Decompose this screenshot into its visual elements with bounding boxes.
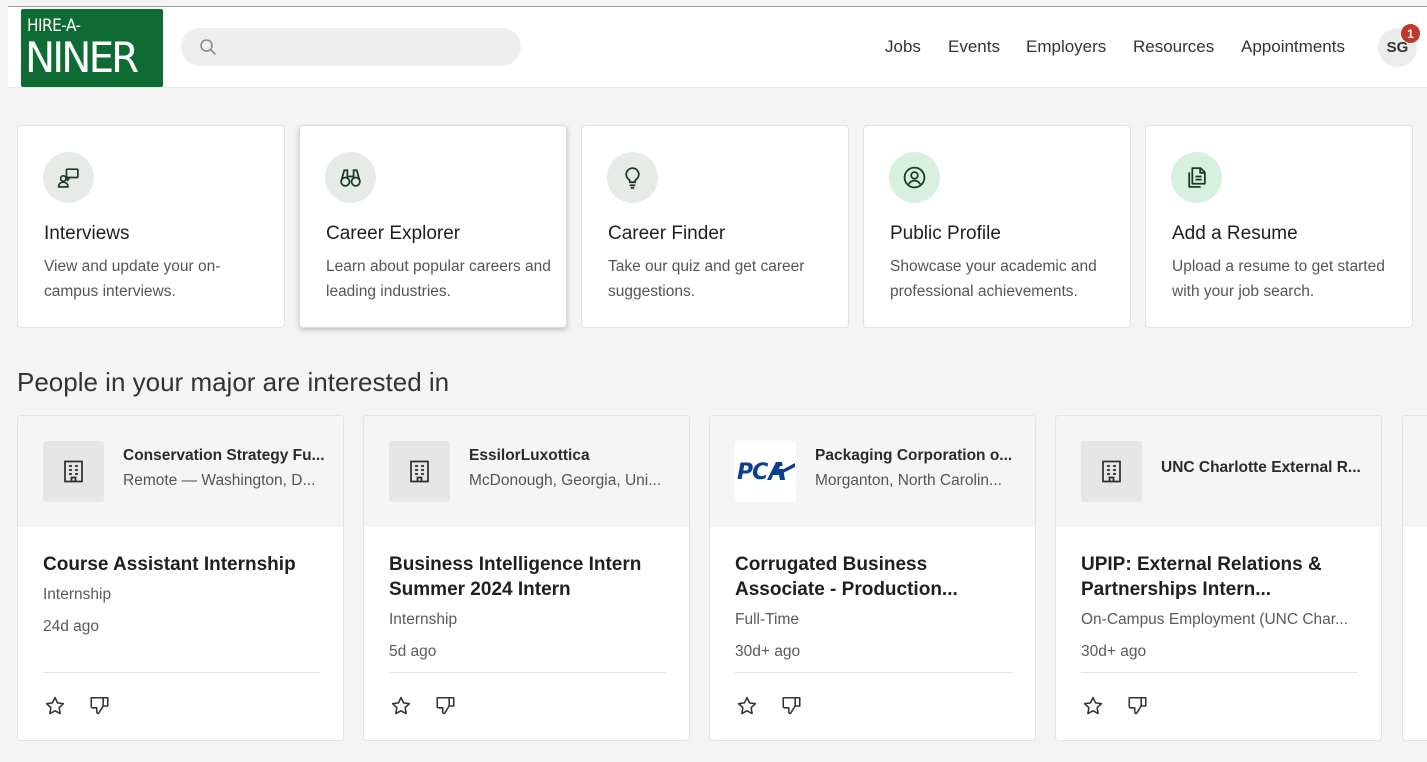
employer-name[interactable]: Packaging Corporation o... bbox=[815, 447, 1012, 465]
tile-add-resume[interactable]: Add a Resume Upload a resume to get star… bbox=[1145, 125, 1413, 328]
tile-interviews[interactable]: Interviews View and update your on-campu… bbox=[17, 125, 285, 328]
tile-career-explorer[interactable]: Career Explorer Learn about popular care… bbox=[299, 125, 567, 328]
job-card[interactable]: UNC Charlotte External R... UPIP: Extern… bbox=[1055, 415, 1382, 741]
nav-resources[interactable]: Resources bbox=[1133, 37, 1214, 57]
thumbs-down-icon[interactable] bbox=[1126, 695, 1149, 717]
job-location: Remote — Washington, D... bbox=[123, 472, 316, 489]
thumbs-down-icon[interactable] bbox=[88, 695, 111, 717]
job-title[interactable]: Course Assistant Internship bbox=[43, 552, 323, 577]
tile-description: Learn about popular careers and leading … bbox=[326, 258, 551, 300]
job-card[interactable]: Conservation Strategy Fu... Remote — Was… bbox=[17, 415, 344, 741]
job-card[interactable]: EssilorLuxottica McDonough, Georgia, Uni… bbox=[363, 415, 690, 741]
tile-description: View and update your on-campus interview… bbox=[44, 258, 221, 300]
tile-career-finder[interactable]: Career Finder Take our quiz and get care… bbox=[581, 125, 849, 328]
job-age: 24d ago bbox=[43, 618, 100, 635]
search-icon bbox=[200, 39, 216, 55]
thumbs-down-icon[interactable] bbox=[780, 695, 803, 717]
star-icon[interactable] bbox=[1082, 695, 1104, 717]
employer-name[interactable]: UNC Charlotte External R... bbox=[1161, 459, 1361, 477]
employer-logo-pca: PC bbox=[735, 441, 796, 502]
employer-name[interactable]: Conservation Strategy Fu... bbox=[123, 447, 325, 465]
hire-a-niner-logo[interactable]: HIRE-A- NINER bbox=[21, 9, 163, 87]
divider bbox=[389, 672, 666, 673]
job-card-header bbox=[1403, 416, 1427, 527]
job-type: On-Campus Employment (UNC Char... bbox=[1081, 611, 1349, 628]
star-icon[interactable] bbox=[390, 695, 412, 717]
job-title[interactable]: Corrugated Business Associate - Producti… bbox=[735, 552, 1015, 602]
divider bbox=[735, 672, 1012, 673]
tile-description: Upload a resume to get started with your… bbox=[1172, 258, 1385, 300]
tile-title: Career Finder bbox=[608, 223, 726, 244]
job-location: McDonough, Georgia, Uni... bbox=[469, 472, 662, 489]
divider bbox=[43, 672, 320, 673]
star-icon[interactable] bbox=[736, 695, 758, 717]
tile-title: Interviews bbox=[44, 223, 130, 244]
logo-line-2: NINER bbox=[25, 33, 139, 82]
job-age: 5d ago bbox=[389, 643, 437, 660]
notification-badge[interactable]: 1 bbox=[1400, 23, 1421, 44]
nav-appointments[interactable]: Appointments bbox=[1241, 37, 1345, 57]
star-icon[interactable] bbox=[44, 695, 66, 717]
employer-name[interactable]: EssilorLuxottica bbox=[469, 447, 590, 465]
thumbs-down-icon[interactable] bbox=[434, 695, 457, 717]
job-card[interactable]: PC Packaging Corporation o... Morganton,… bbox=[709, 415, 1036, 741]
profile-icon bbox=[889, 152, 940, 203]
job-age: 30d+ ago bbox=[735, 643, 801, 660]
building-icon bbox=[64, 460, 83, 483]
search-input[interactable] bbox=[181, 28, 521, 66]
section-title: People in your major are interested in bbox=[17, 367, 450, 397]
nav-jobs[interactable]: Jobs bbox=[885, 37, 921, 57]
tile-description: Take our quiz and get career suggestions… bbox=[608, 258, 805, 300]
job-title[interactable]: UPIP: External Relations & Partnerships … bbox=[1081, 552, 1361, 602]
resume-icon bbox=[1171, 152, 1222, 203]
building-icon bbox=[410, 460, 429, 483]
job-location: Morganton, North Carolin... bbox=[815, 472, 1002, 489]
divider bbox=[1081, 672, 1358, 673]
employer-logo bbox=[389, 441, 450, 502]
job-type: Internship bbox=[43, 586, 112, 603]
tile-title: Add a Resume bbox=[1172, 223, 1298, 244]
pca-logo: PC bbox=[737, 460, 795, 483]
building-icon bbox=[1102, 460, 1121, 483]
top-header: HIRE-A- NINER Jobs Events Employers Reso… bbox=[8, 6, 1427, 88]
tile-title: Public Profile bbox=[890, 223, 1001, 244]
job-card-partial[interactable] bbox=[1402, 415, 1427, 741]
job-type: Internship bbox=[389, 611, 458, 628]
lightbulb-icon bbox=[607, 152, 658, 203]
tile-public-profile[interactable]: Public Profile Showcase your academic an… bbox=[863, 125, 1131, 328]
svg-text:PC: PC bbox=[737, 460, 768, 483]
nav-employers[interactable]: Employers bbox=[1026, 37, 1106, 57]
employer-logo bbox=[43, 441, 104, 502]
job-title[interactable]: Business Intelligence Intern Summer 2024… bbox=[389, 552, 669, 602]
tile-description: Showcase your academic and professional … bbox=[890, 258, 1097, 300]
job-age: 30d+ ago bbox=[1081, 643, 1147, 660]
interview-icon bbox=[43, 152, 94, 203]
job-type: Full-Time bbox=[735, 611, 800, 628]
binoculars-icon bbox=[325, 152, 376, 203]
tile-title: Career Explorer bbox=[326, 223, 461, 244]
employer-logo bbox=[1081, 441, 1142, 502]
nav-events[interactable]: Events bbox=[948, 37, 1000, 57]
